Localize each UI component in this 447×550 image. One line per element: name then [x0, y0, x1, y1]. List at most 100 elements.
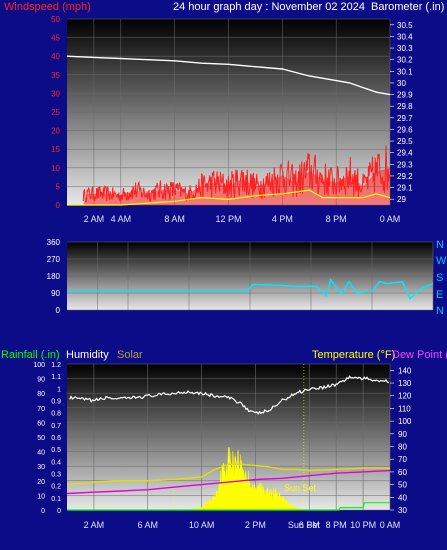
- rainfall-tick-label: 0.4: [51, 459, 61, 466]
- windspeed-tick-label: 10: [51, 164, 60, 173]
- humidity-tick-label: 90: [37, 377, 45, 384]
- humidity-tick-label: 0: [41, 508, 45, 515]
- humidity-axis: 0 10 20 30 40 50 60 70 80 90 100: [33, 362, 45, 515]
- time-tick-label: 6 AM: [137, 520, 158, 530]
- rainfall-tick-label: 0.7: [51, 423, 61, 430]
- barometer-axis: 29 29.1 29.2 29.3 29.4 29.5 29.6 29.7 29.8 29.9 30…: [390, 21, 413, 204]
- barometer-tick-label: 29.8: [397, 102, 413, 111]
- rainfall-tick-label: 0.3: [51, 472, 61, 479]
- temperature-tick-label: 50: [398, 481, 407, 490]
- temperature-tick-label: 140: [398, 366, 412, 375]
- compass-letter-e: E: [436, 289, 443, 301]
- time-tick-label: 10 AM: [189, 520, 215, 530]
- rainfall-axis: 0 0.1 0.2 0.3 0.4 0.5 0.6 0.7 0.8 0.9 1 1.1 1.2: [51, 362, 61, 515]
- windspeed-tick-label: 45: [51, 34, 60, 43]
- rainfall-tick-label: 0.9: [51, 399, 61, 406]
- barometer-tick-label: 29.3: [397, 160, 413, 169]
- rainfall-tick-label: 0.1: [51, 496, 61, 503]
- temperature-tick-label: 70: [398, 455, 407, 464]
- temperature-tick-label: 60: [398, 468, 407, 477]
- windspeed-tick-label: 25: [51, 108, 60, 117]
- barometer-tick-label: 30: [397, 79, 406, 88]
- windspeed-tick-label: 35: [51, 71, 60, 80]
- barometer-tick-label: 29.1: [397, 184, 413, 193]
- humidity-tick-label: 20: [37, 479, 45, 486]
- time-tick-label: 4 PM: [272, 214, 293, 224]
- windspeed-tick-label: 30: [51, 89, 60, 98]
- rainfall-label: Rainfall (.in): [1, 349, 60, 361]
- time-tick-label: 2 PM: [245, 520, 266, 530]
- temperature-axis: 30 40 50 60 70 80 90 100 110 120 130 140: [390, 366, 412, 515]
- windspeed-tick-label: 20: [51, 127, 60, 136]
- humidity-label: Humidity: [66, 349, 109, 361]
- temperature-tick-label: 90: [398, 430, 407, 439]
- time-tick-label: 8 PM: [326, 214, 347, 224]
- barometer-tick-label: 30.1: [397, 67, 413, 76]
- time-tick-label: 2 AM: [84, 520, 105, 530]
- windspeed-tick-label: 50: [51, 15, 60, 24]
- compass-letter-n-bottom: N: [436, 305, 444, 317]
- rainfall-tick-label: 1.1: [51, 374, 61, 381]
- dewpoint-label: Dew Point (: [392, 349, 447, 361]
- barometer-tick-label: 29.6: [397, 125, 413, 134]
- weather-graph: Windspeed (mph) 24 hour graph day : Nove…: [1, 1, 447, 530]
- humidity-tick-label: 40: [37, 450, 45, 457]
- direction-tick-label: 360: [47, 238, 61, 247]
- time-tick-label: 10 PM: [350, 520, 376, 530]
- windspeed-label: Windspeed (mph): [4, 1, 91, 13]
- temperature-tick-label: 40: [398, 493, 407, 502]
- barometer-tick-label: 29.7: [397, 114, 413, 123]
- barometer-label: Barometer (.in): [371, 1, 444, 13]
- time-tick-label: 8 PM: [326, 520, 347, 530]
- compass-letter-s: S: [436, 272, 443, 284]
- humidity-tick-label: 30: [37, 464, 45, 471]
- temperature-label: Temperature (°F): [312, 349, 395, 361]
- time-tick-label: 0 AM: [380, 214, 401, 224]
- direction-tick-label: 270: [47, 255, 61, 264]
- rainfall-tick-label: 0.8: [51, 411, 61, 418]
- direction-tick-label: 180: [47, 272, 61, 281]
- windspeed-tick-label: 40: [51, 52, 60, 61]
- windspeed-tick-label: 15: [51, 145, 60, 154]
- sunset-annotation: Sun Set: [284, 483, 317, 493]
- temperature-tick-label: 100: [398, 417, 412, 426]
- barometer-tick-label: 30.5: [397, 21, 413, 30]
- graph-title: 24 hour graph day : November 02 2024: [173, 1, 365, 13]
- time-tick-label: 2 AM: [84, 214, 105, 224]
- barometer-tick-label: 30.4: [397, 32, 413, 41]
- temperature-tick-label: 110: [398, 404, 411, 413]
- time-tick-label: 4 AM: [111, 214, 132, 224]
- barometer-tick-label: 29.9: [397, 91, 413, 100]
- temperature-tick-label: 80: [398, 443, 407, 452]
- direction-axis: 0 90 180 270 360: [47, 238, 61, 315]
- solar-label: Solar: [117, 349, 143, 361]
- humidity-tick-label: 50: [37, 435, 45, 442]
- humidity-tick-label: 60: [37, 420, 45, 427]
- direction-tick-label: 0: [56, 306, 61, 315]
- humidity-tick-label: 70: [37, 406, 45, 413]
- barometer-tick-label: 30.2: [397, 56, 413, 65]
- compass-letter-w: W: [436, 255, 447, 267]
- rainfall-tick-label: 0.2: [51, 484, 61, 491]
- time-tick-label: 6 PM: [299, 520, 320, 530]
- windspeed-tick-label: 0: [56, 201, 61, 210]
- rainfall-tick-label: 1.2: [51, 362, 61, 369]
- humidity-tick-label: 100: [33, 362, 45, 369]
- time-tick-label: 0 AM: [380, 520, 401, 530]
- time-tick-label: 8 AM: [164, 214, 185, 224]
- rainfall-tick-label: 0.6: [51, 435, 61, 442]
- barometer-tick-label: 29.5: [397, 137, 413, 146]
- temperature-tick-label: 120: [398, 392, 412, 401]
- barometer-tick-label: 29: [397, 195, 406, 204]
- time-tick-label: 12 PM: [215, 214, 241, 224]
- wind-baro-time-axis: 2 AM 4 AM 8 AM 12 PM 4 PM 8 PM 0 AM: [84, 214, 401, 224]
- temperature-tick-label: 130: [398, 379, 412, 388]
- rainfall-tick-label: 0.5: [51, 447, 61, 454]
- rainfall-tick-label: 1: [57, 386, 61, 393]
- direction-tick-label: 90: [51, 289, 60, 298]
- temperature-tick-label: 30: [398, 506, 407, 515]
- barometer-tick-label: 30.3: [397, 44, 413, 53]
- rainfall-tick-label: 0: [57, 508, 61, 515]
- windspeed-axis: 0 5 10 15 20 25 30 35 40 45 50: [51, 15, 60, 210]
- humidity-tick-label: 80: [37, 391, 45, 398]
